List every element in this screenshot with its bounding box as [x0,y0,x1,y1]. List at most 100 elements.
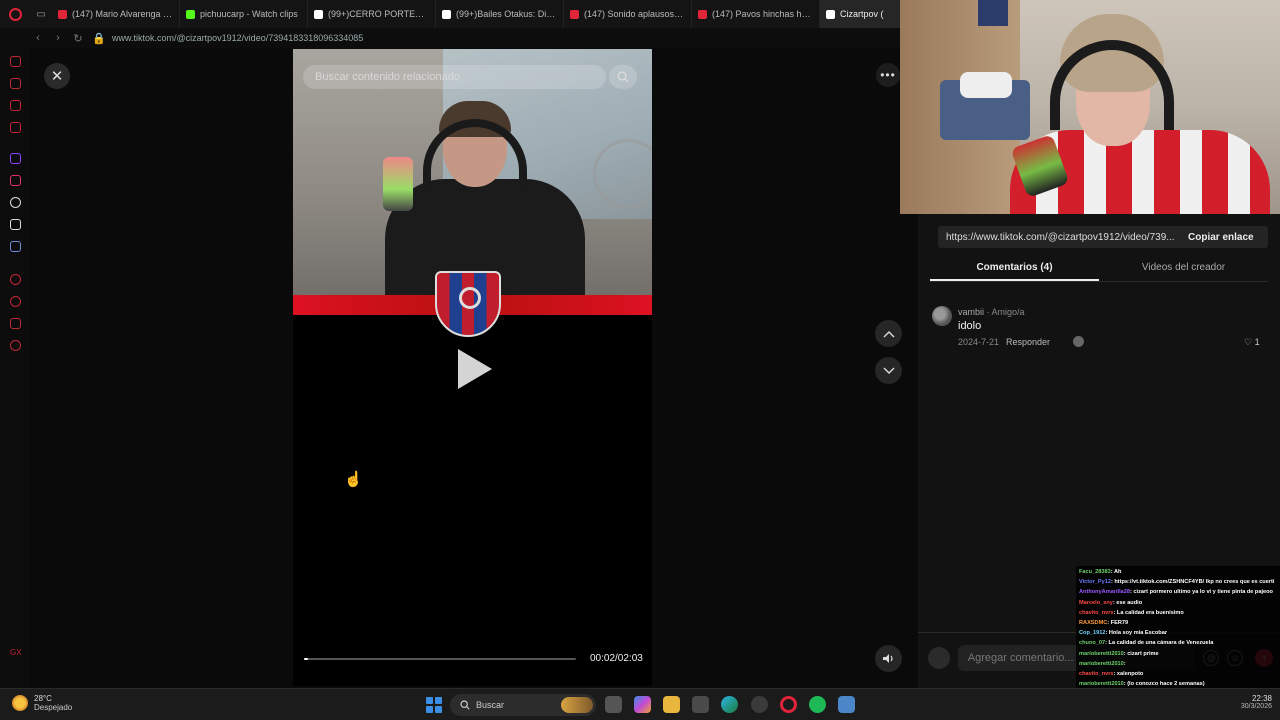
avatar[interactable] [932,306,952,326]
edge-icon[interactable] [721,696,738,713]
sidebar-x-icon[interactable] [10,219,21,230]
webcam-poster [978,0,1008,26]
chat-message: Victor_Py12: https://vt.tiktok.com/ZSHNC… [1079,577,1277,587]
sidebar-gx-icon[interactable]: GX [10,648,22,659]
copilot-icon[interactable] [634,696,651,713]
system-clock[interactable]: 22:38 30/3/2026 [1230,694,1272,710]
opera-logo-icon[interactable] [0,0,30,28]
reply-button[interactable]: Responder [1006,337,1050,347]
tab-label: (99+)Bailes Otakus: Diver [456,9,557,19]
tab-comments[interactable]: Comentarios (4) [930,258,1099,281]
workspace-icon[interactable]: ▭ [30,0,52,28]
comment-like-button[interactable]: ♡ 1 [1244,337,1260,348]
sidebar-instagram-icon[interactable] [10,175,21,186]
chat-username: Cop_1912 [1079,630,1106,637]
sidebar-twitch-icon[interactable] [10,100,21,111]
opera-gx-icon[interactable] [780,696,797,713]
task-view-icon[interactable] [605,696,622,713]
tab-favicon-icon [314,9,323,19]
weather-condition: Despejado [34,703,73,712]
spotify-icon[interactable] [809,696,826,713]
comment-author-line: vambii · Amigo/a [958,307,1025,317]
tab-favicon-icon [58,9,67,19]
browser-tab[interactable]: (147) Pavos hinchas hace [692,0,820,28]
tab-label: (147) Sonido aplausos y g [584,9,685,19]
webcam-overlay [900,0,1280,214]
chat-message: chavito_nvrs: La calidad era buenisimo [1079,608,1277,618]
sidebar-crypto-wallet-icon[interactable] [10,78,21,89]
copy-link-button[interactable]: Copiar enlace [1178,232,1254,243]
club-crest-icon [435,271,501,337]
sidebar-player-icon[interactable] [10,274,21,285]
webcam-pillow [960,72,1012,98]
sidebar-settings-icon[interactable] [10,340,21,351]
chat-username: chuno_07 [1079,640,1106,647]
weather-widget[interactable]: 28°C Despejado [12,694,72,712]
current-user-avatar [928,647,950,669]
sidebar-history-icon[interactable] [10,296,21,307]
related-search-input[interactable]: Buscar contenido relacionado [303,65,606,89]
sidebar-aria-icon[interactable] [10,56,21,67]
panel-tabs: Comentarios (4) Videos del creador [930,258,1268,282]
chat-message: chavito_nvrs: xalenpoto [1079,669,1277,679]
playback-time: 00:02/02:03 [590,653,643,664]
start-button[interactable] [426,697,442,713]
chat-text: : (lo conozco hace 2 semanas) [1123,681,1205,688]
close-icon: ✕ [50,68,64,85]
taskbar-search[interactable]: Buscar [450,694,596,716]
chat-username: chavito_nvrs [1079,671,1114,678]
browser-tab[interactable]: (99+)CERRO PORTEÑO 2 [308,0,436,28]
store-icon[interactable] [692,696,709,713]
chat-username: chavito_nvrs [1079,609,1114,616]
browser-tab[interactable]: (147) Sonido aplausos y g [564,0,692,28]
chat-username: Marcelo_sny [1079,599,1113,606]
video-player[interactable]: Buscar contenido relacionado 00:02/02:03 [293,49,652,686]
reload-icon[interactable]: ↻ [72,32,84,45]
tab-label: (99+)CERRO PORTEÑO 2 [328,9,429,19]
tab-list: (147) Mario Alvarenga - Yo pichuucarp - W… [52,0,948,28]
progress-bar[interactable] [304,658,576,660]
chat-message: Marcelo_sny: ese audio [1079,598,1277,608]
url-text[interactable]: www.tiktok.com/@cizartpov1912/video/7394… [112,33,363,43]
chat-message: RAXSDMC: FER79 [1079,618,1277,628]
back-icon[interactable]: ‹ [32,32,44,44]
close-video-button[interactable]: ✕ [44,63,70,89]
comment-date: 2024-7-21 [958,337,1000,347]
clock-time: 22:38 [1251,694,1272,703]
tab-creator-videos[interactable]: Videos del creador [1099,258,1268,281]
more-options-button[interactable]: ••• [876,63,900,87]
sidebar-tiktok-icon[interactable] [10,197,21,208]
weather-temp: 28°C [34,694,52,703]
chat-username: Facu_28383 [1079,569,1111,575]
creator-liked-icon [1073,336,1084,347]
search-button[interactable] [609,65,637,89]
chat-username: marioberetti2010 [1079,650,1124,657]
play-icon[interactable] [458,349,492,389]
browser-tab[interactable]: (99+)Bailes Otakus: Diver [436,0,564,28]
chat-text: : Hola soy mia Escobar [1105,630,1167,637]
chat-text: : https://vt.tiktok.com/ZSHNCF4YB/ lkp n… [1110,579,1275,586]
comment-author[interactable]: vambii [958,307,984,317]
chat-message: marioberetti2010: cizart prime [1079,649,1277,659]
share-url[interactable]: https://www.tiktok.com/@cizartpov1912/vi… [938,232,1178,243]
sidebar-discord-icon[interactable] [10,241,21,252]
windows-taskbar: 28°C Despejado Buscar 22:38 30/3/2026 [0,688,1280,720]
next-video-button[interactable] [875,357,902,384]
sidebar-messenger-icon[interactable] [10,122,21,133]
volume-button[interactable] [875,645,902,672]
browser-tab[interactable]: (147) Mario Alvarenga - Yo [52,0,180,28]
notepad-icon[interactable] [838,696,855,713]
steam-icon[interactable] [751,696,768,713]
comment-text: idolo [958,320,982,332]
sidebar-extensions-icon[interactable] [10,318,21,329]
chat-text: : xalenpoto [1113,671,1144,678]
search-highlight-icon [561,697,593,713]
file-explorer-icon[interactable] [663,696,680,713]
chevron-down-icon [883,367,894,374]
tab-label: (147) Mario Alvarenga - Yo [72,9,173,19]
sidebar-twitch-purple-icon[interactable] [10,153,21,164]
forward-icon[interactable]: › [52,32,64,44]
chat-message: marioberetti2010: [1079,659,1277,669]
browser-tab[interactable]: pichuucarp - Watch clips [180,0,308,28]
previous-video-button[interactable] [875,320,902,347]
